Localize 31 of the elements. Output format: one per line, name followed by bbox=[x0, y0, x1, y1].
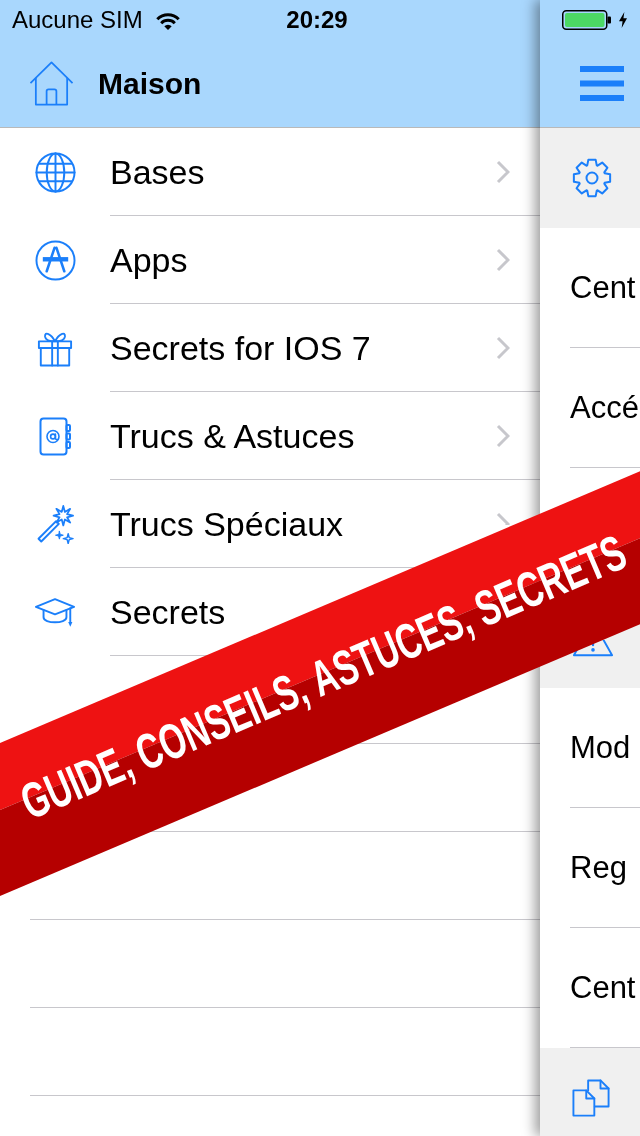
list-item[interactable]: Reg bbox=[540, 808, 640, 928]
chevron-icon bbox=[496, 160, 510, 184]
menu-item[interactable]: Bases bbox=[0, 142, 205, 202]
home-icon bbox=[29, 61, 74, 106]
bolt-icon bbox=[619, 11, 627, 29]
clock-time: 20:29 bbox=[286, 5, 348, 35]
battery-icon bbox=[562, 10, 611, 30]
menu-item[interactable]: Secrets bbox=[0, 582, 226, 642]
menu-icon[interactable] bbox=[580, 66, 624, 101]
menu-item[interactable]: Trucs Spéciaux bbox=[0, 494, 344, 554]
nav-title: Maison bbox=[98, 66, 202, 102]
magic-wand-icon bbox=[35, 504, 75, 544]
documents-icon bbox=[572, 1079, 610, 1117]
list-item[interactable]: Accé bbox=[540, 348, 640, 468]
chevron-icon bbox=[496, 336, 510, 360]
list-item[interactable]: Mod bbox=[540, 688, 640, 808]
chevron-icon bbox=[496, 248, 510, 272]
list-item[interactable]: Cent bbox=[540, 928, 640, 1048]
menu-item[interactable]: Apps bbox=[0, 230, 188, 290]
wifi-icon bbox=[154, 10, 181, 30]
carrier-name: Aucune SIM bbox=[12, 5, 143, 35]
letter-a-circle-icon bbox=[34, 239, 76, 281]
globe-icon bbox=[34, 151, 76, 193]
gear-icon bbox=[572, 158, 612, 198]
list-item[interactable]: Cent bbox=[540, 228, 640, 348]
address-book-icon bbox=[38, 416, 72, 456]
menu-item[interactable]: Trucs & Astuces bbox=[0, 406, 355, 466]
chevron-icon bbox=[496, 424, 510, 448]
menu-item[interactable]: Secrets for IOS 7 bbox=[0, 318, 371, 378]
chevron-icon bbox=[496, 512, 510, 525]
graduation-cap-icon bbox=[34, 596, 76, 628]
